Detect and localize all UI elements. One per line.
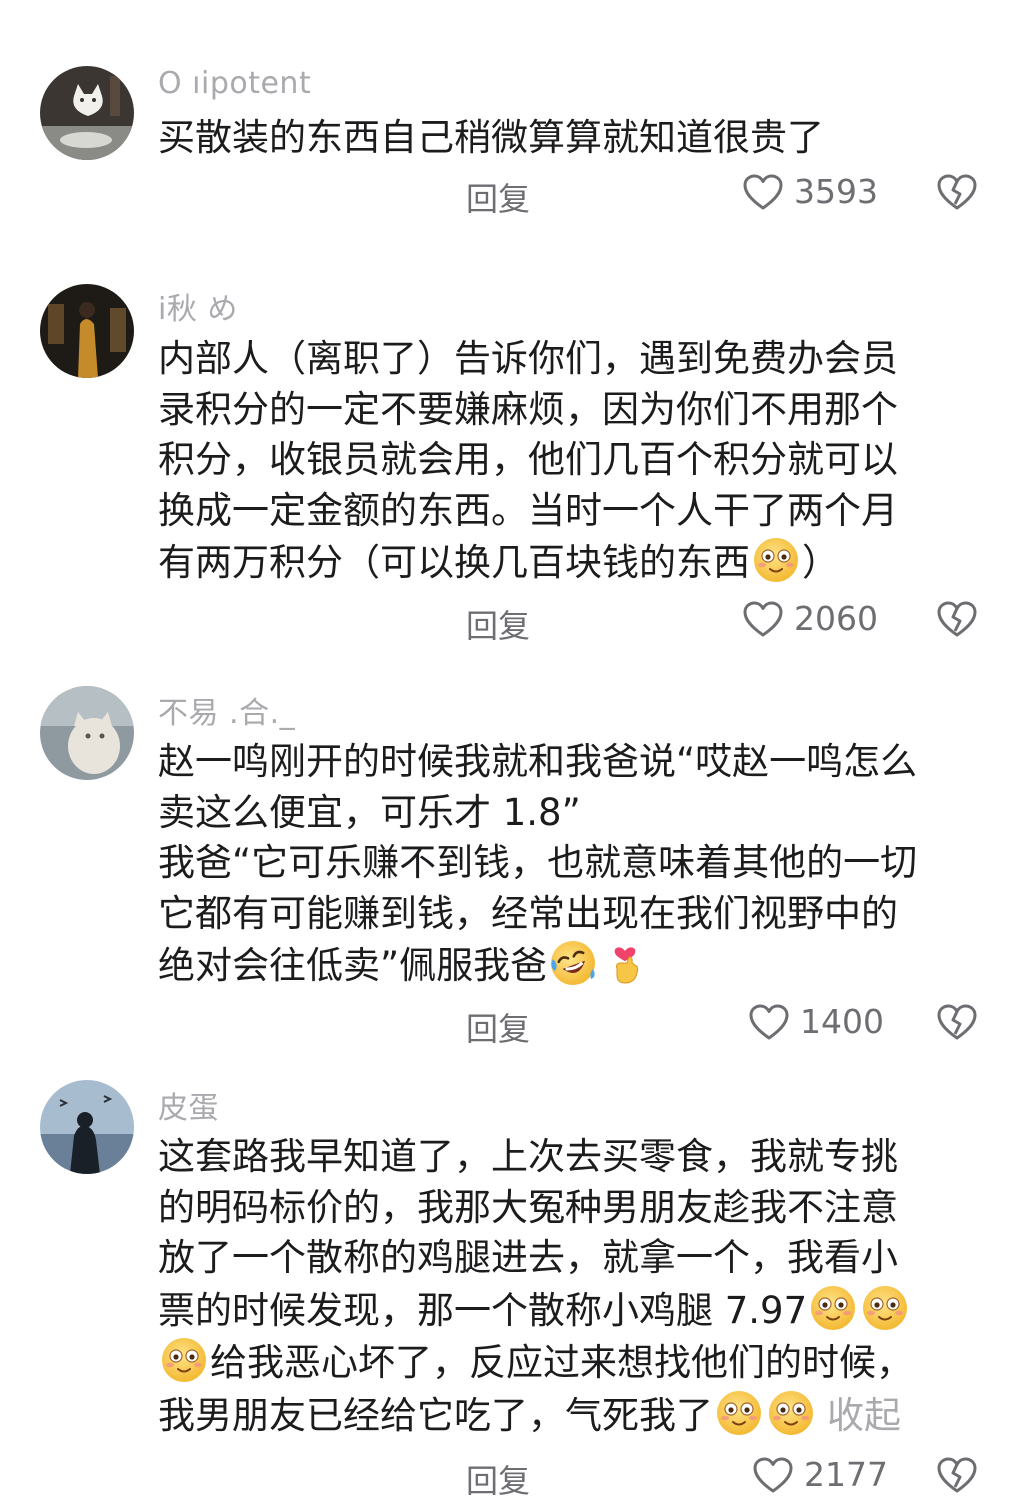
comment-text: 内部人（离职了）告诉你们，遇到免费办会员 录积分的一定不要嫌麻烦，因为你们不用那…	[158, 334, 988, 589]
reply-button[interactable]: 回复	[466, 174, 530, 220]
flushed-smile-emoji	[767, 1389, 815, 1437]
reply-button[interactable]: 回复	[466, 601, 530, 647]
username[interactable]: 皮蛋	[158, 1083, 219, 1127]
comment-line: 我爸“它可乐赚不到钱，也就意味着其他的一切	[158, 841, 918, 884]
comment-text: 赵一鸣刚开的时候我就和我爸说“哎赵一鸣怎么 卖这么便宜，可乐才 1.8” 我爸“…	[158, 737, 988, 992]
heart-outline-icon	[753, 1457, 793, 1492]
reply-button[interactable]: 回复	[466, 1004, 530, 1050]
flushed-smile-emoji	[809, 1284, 857, 1332]
flushed-smile-emoji	[861, 1284, 909, 1332]
broken-heart-icon[interactable]	[936, 1002, 978, 1042]
comment-line: 这套路我早知道了，上次去买零食，我就专挑	[158, 1135, 898, 1178]
like-count: 2177	[804, 1455, 888, 1494]
avatar[interactable]	[40, 66, 134, 160]
comment-line-text: ）	[802, 541, 839, 584]
comment-line-text: 票的时候发现，那一个散称小鸡腿 7.97	[158, 1288, 808, 1332]
username[interactable]: 不易 .合._	[158, 688, 295, 732]
reply-button[interactable]: 回复	[466, 1456, 530, 1502]
comment-line: 给我恶心坏了，反应过来想找他们的时候，	[158, 1336, 988, 1389]
finger-heart-emoji	[614, 947, 639, 984]
comment-line: 赵一鸣刚开的时候我就和我爸说“哎赵一鸣怎么	[158, 740, 918, 783]
heart-outline-icon	[743, 174, 783, 209]
like-button[interactable]: 2060	[742, 599, 878, 638]
heart-outline-icon	[749, 1004, 789, 1039]
comment-line: 绝对会往低卖”佩服我爸	[158, 939, 988, 992]
rolling-laughing-emoji	[551, 941, 596, 985]
flushed-smile-emoji	[160, 1336, 208, 1384]
comment-line: 放了一个散称的鸡腿进去，就拿一个，我看小	[158, 1236, 898, 1279]
comment-line: 积分，收银员就会用，他们几百个积分就可以	[158, 438, 898, 481]
like-button[interactable]: 1400	[748, 1002, 884, 1041]
like-count: 3593	[794, 172, 878, 211]
avatar[interactable]	[40, 686, 134, 780]
comment-line: 有两万积分（可以换几百块钱的东西 ）	[158, 536, 988, 589]
like-count: 2060	[794, 599, 878, 638]
comment-line: 录积分的一定不要嫌麻烦，因为你们不用那个	[158, 387, 898, 431]
broken-heart-icon[interactable]	[936, 172, 978, 212]
avatar[interactable]	[40, 284, 134, 378]
comment-text: 买散装的东西自己稍微算算就知道很贵了	[158, 113, 988, 164]
comment-line: 卖这么便宜，可乐才 1.8”	[158, 790, 581, 834]
comment-line: 内部人（离职了）告诉你们，遇到免费办会员	[158, 337, 898, 380]
heart-outline-icon	[743, 601, 783, 636]
comment-line-text: 有两万积分（可以换几百块钱的东西	[158, 541, 750, 584]
comment-line-text: 给我恶心坏了，反应过来想找他们的时候，	[210, 1341, 913, 1384]
broken-heart-icon[interactable]	[936, 1455, 978, 1495]
broken-heart-icon[interactable]	[936, 599, 978, 639]
comment-line: 的明码标价的，我那大冤种男朋友趁我不注意	[158, 1185, 898, 1229]
comment-line: 换成一定金额的东西。当时一个人干了两个月	[158, 488, 898, 532]
comment-text: 这套路我早知道了，上次去买零食，我就专挑 的明码标价的，我那大冤种男朋友趁我不注…	[158, 1132, 988, 1441]
like-count: 1400	[800, 1002, 884, 1041]
like-button[interactable]: 2177	[752, 1455, 888, 1494]
like-button[interactable]: 3593	[742, 172, 878, 211]
comment-line: 我男朋友已经给它吃了，气死我了 收起	[158, 1389, 988, 1442]
comment-line: 它都有可能赚到钱，经常出现在我们视野中的	[158, 891, 898, 935]
comment-line-text: 绝对会往低卖”佩服我爸	[158, 944, 548, 987]
flushed-smile-emoji	[752, 536, 800, 584]
collapse-button[interactable]: 收起	[827, 1394, 901, 1437]
comment-line: 买散装的东西自己稍微算算就知道很贵了	[158, 116, 824, 159]
username[interactable]: i秋 め	[158, 284, 238, 328]
avatar[interactable]	[40, 1080, 134, 1174]
username[interactable]: O ıipotent	[158, 66, 311, 101]
comment-line: 票的时候发现，那一个散称小鸡腿 7.97	[158, 1284, 988, 1337]
comment-line-text: 我男朋友已经给它吃了，气死我了	[158, 1393, 713, 1437]
flushed-smile-emoji	[715, 1389, 763, 1437]
